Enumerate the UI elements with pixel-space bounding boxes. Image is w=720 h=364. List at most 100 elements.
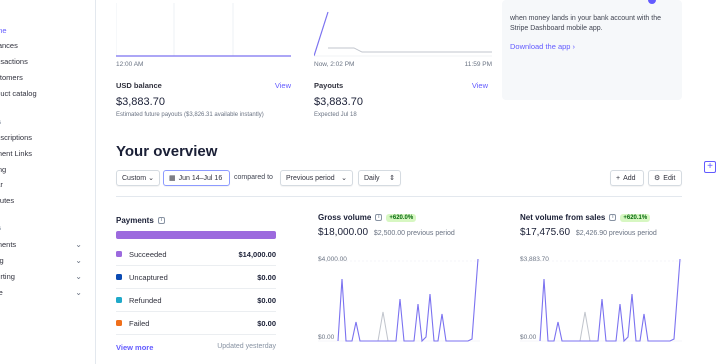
payouts-view-link[interactable]: View xyxy=(472,81,488,90)
net-volume-line xyxy=(539,259,681,343)
x-axis-label: 11:59 PM xyxy=(464,61,492,68)
usd-balance-card: USD balance View $3,883.70 Estimated fut… xyxy=(116,81,291,118)
chevron-down-icon: ⌄ xyxy=(148,175,154,182)
status-name: Succeeded xyxy=(129,250,167,259)
gear-icon: ⚙ xyxy=(654,175,661,182)
today-volume-chart-svg xyxy=(115,3,327,57)
view-more-link[interactable]: View more xyxy=(116,343,153,352)
compare-period-select[interactable]: Previous period ⌄ xyxy=(280,170,353,186)
sidebar-item-label: ubscriptions xyxy=(0,132,33,142)
add-button[interactable]: + Add xyxy=(610,170,644,186)
calendar-icon: ▦ xyxy=(169,175,176,182)
payment-status-row: Succeeded $14,000.00 xyxy=(116,243,276,266)
net-volume-value: $17,475.60 xyxy=(520,227,571,238)
chevron-updown-icon: ⇕ xyxy=(389,175,395,182)
sidebar-item-label: ome xyxy=(0,25,7,35)
compare-period-label: Previous period xyxy=(286,174,335,182)
sidebar-section-label: s xyxy=(0,119,1,126)
sidebar-item-transactions[interactable]: ansactions xyxy=(0,54,92,68)
compared-to-label: compared to xyxy=(234,174,273,181)
sidebar-item-payments[interactable]: yments ⌄ xyxy=(0,237,92,251)
add-label: Add xyxy=(623,174,636,182)
sidebar-item-label: yments xyxy=(0,239,17,249)
sidebar-item-label: porting xyxy=(0,271,15,281)
promo-text: when money lands in your bank account wi… xyxy=(510,15,661,32)
gross-volume-title: Gross volume xyxy=(318,213,372,222)
usd-balance-title: USD balance xyxy=(116,81,162,90)
sidebar-item-product-catalog[interactable]: oduct catalog xyxy=(0,86,92,100)
payouts-amount: $3,883.70 xyxy=(314,96,363,108)
previous-period-line xyxy=(377,311,389,342)
sidebar-item-label: ustomers xyxy=(0,72,23,82)
status-name: Uncaptured xyxy=(129,273,168,282)
date-range-picker[interactable]: ▦ Jun 14–Jul 16 xyxy=(163,170,230,186)
sidebar-item-label: ling xyxy=(0,255,4,265)
sidebar-item-label: alances xyxy=(0,40,18,50)
gross-volume-line xyxy=(337,259,479,343)
chevron-down-icon: ⌄ xyxy=(75,287,82,297)
add-widget-icon[interactable]: + xyxy=(704,161,716,173)
status-dot xyxy=(116,297,122,303)
status-name: Failed xyxy=(129,319,150,328)
sidebar-item-issuing[interactable]: uing xyxy=(0,162,92,176)
sidebar-item-balances[interactable]: alances xyxy=(0,38,92,52)
today-volume-chart-right: Now, 2:02 PM 11:59 PM xyxy=(313,0,492,70)
status-dot xyxy=(116,320,122,326)
edit-button[interactable]: ⚙ Edit xyxy=(648,170,682,186)
sidebar-item-billing[interactable]: ling ⌄ xyxy=(0,253,92,267)
payments-bar xyxy=(116,231,276,239)
usd-balance-subtext: Estimated future payouts ($3,826.31 avai… xyxy=(116,112,264,118)
payouts-title: Payouts xyxy=(314,81,344,90)
range-type-label: Custom xyxy=(122,174,147,182)
change-badge: +620.0% xyxy=(386,213,417,222)
chevron-down-icon: ⌄ xyxy=(75,271,82,281)
info-icon[interactable]: i xyxy=(157,217,165,224)
range-type-select[interactable]: Custom ⌄ xyxy=(116,170,160,186)
status-dot xyxy=(116,274,122,280)
sidebar-item-subscriptions[interactable]: ubscriptions xyxy=(0,130,92,144)
sidebar-item-customers[interactable]: ustomers xyxy=(0,70,92,84)
sidebar-item-more[interactable]: ore ⌄ xyxy=(0,285,92,299)
info-icon[interactable]: i xyxy=(375,214,383,221)
status-amount: $14,000.00 xyxy=(238,250,276,259)
sidebar-item-radar[interactable]: dar xyxy=(0,177,92,191)
info-icon[interactable]: i xyxy=(609,214,617,221)
x-axis-label: Now, 2:02 PM xyxy=(314,61,355,68)
chevron-down-icon: ⌄ xyxy=(75,239,82,249)
net-volume-card[interactable]: Net volume from sales i +620.1% $17,475.… xyxy=(520,213,682,343)
page-title: Your overview xyxy=(116,143,218,160)
sidebar-item-label: uing xyxy=(0,164,7,174)
today-volume-chart: 12:00 AM xyxy=(115,0,327,70)
payouts-subtext: Expected Jul 18 xyxy=(314,112,357,118)
sidebar-item-payment-links[interactable]: yment Links xyxy=(0,146,92,160)
chevron-down-icon: ⌄ xyxy=(75,255,82,265)
sidebar-item-disputes[interactable]: sputes xyxy=(0,193,92,207)
today-volume-line xyxy=(116,7,327,57)
gross-volume-chart xyxy=(318,259,480,343)
net-volume-title: Net volume from sales xyxy=(520,213,606,222)
sidebar: ome alances ansactions ustomers oduct ca… xyxy=(0,0,96,364)
gross-volume-card[interactable]: Gross volume i +620.0% $18,000.00 $2,500… xyxy=(318,213,480,343)
sidebar-item-label: sputes xyxy=(0,195,15,205)
today-volume-chart-right-svg xyxy=(313,11,492,57)
sidebar-item-reporting[interactable]: porting ⌄ xyxy=(0,269,92,283)
gross-volume-value: $18,000.00 xyxy=(318,227,369,238)
download-app-link[interactable]: Download the app › xyxy=(510,42,674,51)
updated-label: Updated yesterday xyxy=(217,343,276,350)
sidebar-item-label: yment Links xyxy=(0,148,33,158)
previous-period-line xyxy=(579,311,591,342)
previous-period-value: $2,426.90 previous period xyxy=(575,230,657,237)
payments-card: Payments i Succeeded $14,000.00 Uncaptur… xyxy=(116,216,276,357)
today-volume-line xyxy=(313,11,329,57)
main-content: 12:00 AM Now, 2:02 PM 11:59 PM USD balan… xyxy=(96,0,696,364)
status-amount: $0.00 xyxy=(257,319,276,328)
payments-title: Payments xyxy=(116,216,154,225)
sidebar-item-home[interactable]: ome xyxy=(0,23,92,37)
date-range-label: Jun 14–Jul 16 xyxy=(178,174,223,182)
sidebar-item-label: ansactions xyxy=(0,56,28,66)
payment-status-row: Uncaptured $0.00 xyxy=(116,266,276,289)
edit-label: Edit xyxy=(663,174,676,182)
divider xyxy=(116,196,682,197)
interval-select[interactable]: Daily ⇕ xyxy=(358,170,401,186)
usd-balance-view-link[interactable]: View xyxy=(275,81,291,90)
